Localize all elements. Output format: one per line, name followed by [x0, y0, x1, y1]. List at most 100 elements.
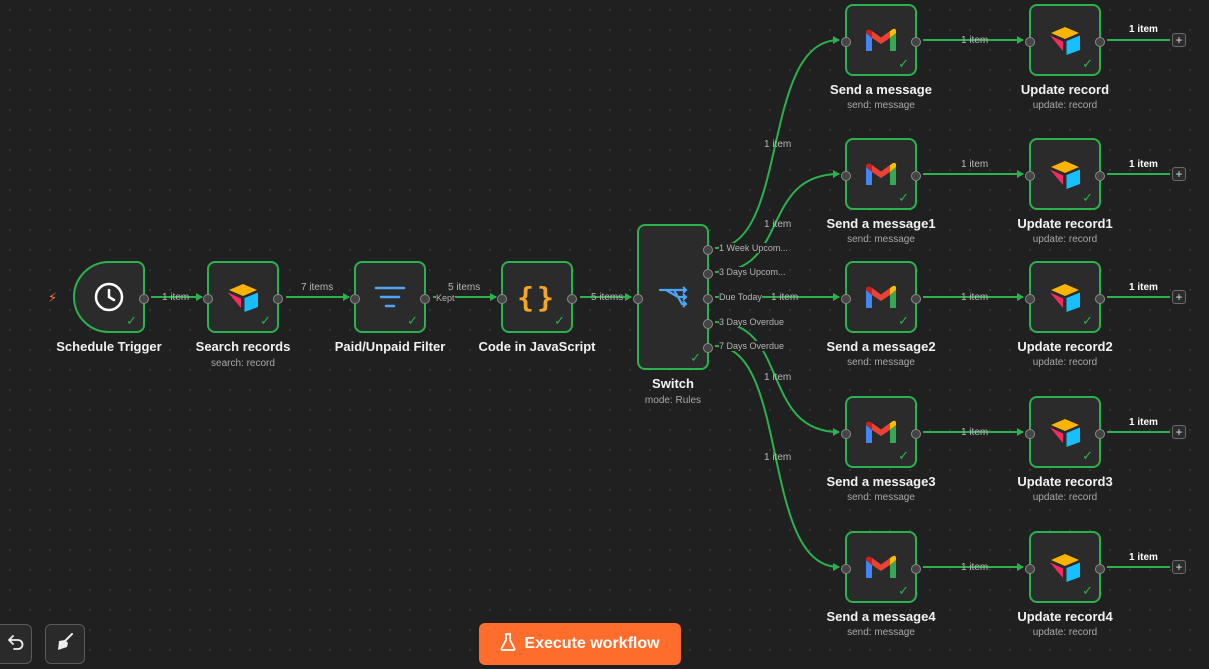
node-subtitle: update: record [1032, 100, 1098, 111]
input-handle[interactable] [350, 294, 360, 304]
node-send-message[interactable]: ✓ [841, 396, 921, 468]
node-subtitle: update: record [1032, 234, 1098, 245]
node-subtitle: mode: Rules [644, 395, 702, 406]
output-handle[interactable] [567, 294, 577, 304]
node-update-record[interactable]: ✓ [1025, 4, 1105, 76]
node-title: Update record1 [1017, 216, 1113, 231]
node-title: Switch [652, 376, 694, 391]
input-handle[interactable] [841, 564, 851, 574]
clean-canvas-button[interactable] [45, 624, 85, 664]
output-handle[interactable] [911, 429, 921, 439]
add-node-button[interactable]: + [1172, 33, 1186, 47]
output-handle[interactable] [703, 343, 713, 353]
node-title: Update record [1020, 82, 1110, 97]
success-check-icon: ✓ [1082, 56, 1093, 71]
plus-icon: + [1175, 560, 1183, 574]
node-subtitle: send: message [847, 357, 915, 368]
flask-icon [500, 632, 516, 656]
input-handle[interactable] [1025, 171, 1035, 181]
input-handle[interactable] [841, 171, 851, 181]
node-update-record[interactable]: ✓ [1025, 261, 1105, 333]
input-handle[interactable] [1025, 37, 1035, 47]
output-handle[interactable] [1095, 171, 1105, 181]
node-subtitle: update: record [1032, 492, 1098, 503]
gmail-icon [863, 279, 899, 315]
output-handle[interactable] [1095, 294, 1105, 304]
airtable-icon [1047, 414, 1083, 450]
arrow-head [490, 293, 497, 301]
switch-output-label: 3 Days Upcom... [719, 267, 786, 277]
node-update-record[interactable]: ✓ [1025, 531, 1105, 603]
output-handle[interactable] [911, 171, 921, 181]
add-node-button[interactable]: + [1172, 290, 1186, 304]
node-title: Update record2 [1017, 339, 1113, 354]
output-handle[interactable] [703, 269, 713, 279]
arrow-head [833, 428, 840, 436]
node-paid-unpaid-filter[interactable]: ✓ [350, 261, 430, 333]
success-check-icon: ✓ [1082, 583, 1093, 598]
node-title: Update record4 [1017, 609, 1113, 624]
output-handle[interactable] [273, 294, 283, 304]
node-switch[interactable]: ✓ [633, 224, 713, 370]
output-handle[interactable] [703, 245, 713, 255]
node-title: Update record3 [1017, 474, 1113, 489]
node-update-record[interactable]: ✓ [1025, 138, 1105, 210]
node-send-message[interactable]: ✓ [841, 531, 921, 603]
edge-label-filter-code: 5 items [448, 282, 481, 293]
output-handle[interactable] [1095, 37, 1105, 47]
node-search-records[interactable]: ✓ [203, 261, 283, 333]
undo-icon [7, 633, 25, 656]
node-code-javascript[interactable]: {} ✓ [497, 261, 577, 333]
gmail-icon [863, 156, 899, 192]
node-update-record[interactable]: ✓ [1025, 396, 1105, 468]
arrow-head [1017, 170, 1024, 178]
node-title: Send a message3 [826, 474, 936, 489]
edge-label-switch-msg0: 1 item [764, 139, 792, 150]
edge-label-trigger-search: 1 item [162, 292, 190, 303]
output-handle[interactable] [420, 294, 430, 304]
node-title: Search records [195, 339, 291, 354]
success-check-icon: ✓ [1082, 448, 1093, 463]
add-node-button[interactable]: + [1172, 560, 1186, 574]
input-handle[interactable] [1025, 429, 1035, 439]
arrow-head [343, 293, 350, 301]
input-handle[interactable] [497, 294, 507, 304]
input-handle[interactable] [1025, 294, 1035, 304]
node-title: Paid/Unpaid Filter [334, 339, 446, 354]
add-node-button[interactable]: + [1172, 425, 1186, 439]
input-handle[interactable] [633, 294, 643, 304]
input-handle[interactable] [1025, 564, 1035, 574]
add-node-button[interactable]: + [1172, 167, 1186, 181]
arrow-head [833, 563, 840, 571]
execute-workflow-button[interactable]: Execute workflow [479, 623, 681, 665]
output-handle[interactable] [1095, 564, 1105, 574]
input-handle[interactable] [841, 37, 851, 47]
input-handle[interactable] [841, 294, 851, 304]
success-check-icon: ✓ [898, 190, 909, 205]
update0-output-count: 1 item [1129, 24, 1158, 35]
output-handle[interactable] [911, 37, 921, 47]
arrow-head [625, 293, 632, 301]
success-check-icon: ✓ [126, 313, 137, 328]
node-send-message[interactable]: ✓ [841, 261, 921, 333]
node-subtitle: send: message [847, 627, 915, 638]
output-handle[interactable] [1095, 429, 1105, 439]
output-handle[interactable] [703, 294, 713, 304]
edge-label-msg1-upd1: 1 item [961, 159, 989, 170]
workflow-canvas[interactable]: 1 item 7 items 5 items Kept 5 items 1 it… [0, 0, 1209, 669]
node-send-message[interactable]: ✓ [841, 138, 921, 210]
node-title: Send a message4 [826, 609, 936, 624]
input-handle[interactable] [841, 429, 851, 439]
update4-output-count: 1 item [1129, 552, 1158, 563]
output-handle[interactable] [911, 564, 921, 574]
update3-output-count: 1 item [1129, 417, 1158, 428]
undo-button[interactable] [0, 624, 32, 664]
output-handle[interactable] [139, 294, 149, 304]
input-handle[interactable] [203, 294, 213, 304]
node-send-message[interactable]: ✓ [841, 4, 921, 76]
edge-label-switch-msg4: 1 item [764, 452, 792, 463]
node-schedule-trigger[interactable]: ✓ [73, 261, 149, 333]
arrow-head [1017, 428, 1024, 436]
output-handle[interactable] [911, 294, 921, 304]
output-handle[interactable] [703, 319, 713, 329]
